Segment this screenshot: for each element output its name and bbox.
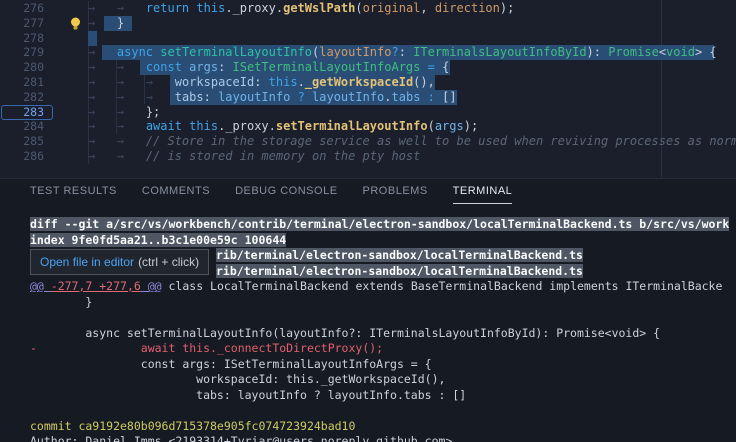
line-number: 279 [0,45,44,60]
terminal-text: rib/terminal/electron-sandbox/localTermi… [216,248,583,262]
line-number: 286 [0,149,44,164]
editor-line-286: 286 → → // is stored in memory on the pty… [0,149,736,164]
line-number: 277 [0,16,44,31]
terminal-line: tabs: layoutInfo ? layoutInfo.tabs : [] [30,388,466,403]
editor-line-278: 278 [0,31,736,46]
line-number: 282 [0,90,44,105]
code-text: → → await this._proxy.setTerminalLayoutI… [88,119,478,134]
editor-line-279: 279 → async setTerminalLayoutInfo(layoutI… [0,45,736,60]
tab-comments[interactable]: COMMENTS [142,179,210,204]
terminal-line: async setTerminalLayoutInfo(layoutInfo?:… [30,326,660,341]
terminal-line: index 9fe0fd5aa21..b3c1e00e59c 100644 [30,233,286,248]
code-text: → → // Store in the storage service as w… [88,134,736,149]
code-text: → → }; [88,105,160,120]
terminal-line: - await this._connectToDirectProxy(); [30,341,383,356]
terminal-text: } [30,295,92,309]
terminal-text: workspaceId: this._getWorkspaceId(), [30,372,445,386]
tab-test-results[interactable]: TEST RESULTS [30,179,117,204]
panel-tab-bar: TEST RESULTS COMMENTS DEBUG CONSOLE PROBLEM… [0,179,736,204]
selection-highlight [88,31,97,46]
terminal-link-tooltip: Open file in editor (ctrl + click) [30,249,209,275]
line-number: 278 [0,31,44,46]
terminal-line: } [30,295,92,310]
code-text: → → const args: ISetTerminalLayoutInfoAr… [88,60,449,75]
terminal-line: commit ca9192e80b096d715378e905fc0747239… [30,419,355,434]
terminal-text: class LocalTerminalBackend extends BaseT… [162,279,723,293]
terminal-text: async setTerminalLayoutInfo(layoutInfo?:… [30,326,660,340]
hunk-link[interactable]: @@ [30,279,51,293]
terminal-line: rib/terminal/electron-sandbox/localTermi… [216,264,583,279]
terminal-output: diff --git a/src/vs/workbench/contrib/te… [0,204,736,442]
tooltip-hint: (ctrl + click) [138,255,199,269]
terminal-line: @@ -277,7 +277,6 @@ class LocalTerminalB… [30,279,722,294]
editor-line-285: 285 → → // Store in the storage service a… [0,134,736,149]
terminal-text: rib/terminal/electron-sandbox/localTermi… [216,264,583,278]
terminal-line: workspaceId: this._getWorkspaceId(), [30,372,445,387]
line-number: 283 [0,105,44,120]
tab-problems[interactable]: PROBLEMS [363,179,428,204]
editor-line-281: 281 → → → workspaceId: this._getWorkspace… [0,75,736,90]
code-text: → } [88,16,124,31]
editor-line-277: 277 → } [0,16,736,31]
terminal-line: Author: Daniel Imms <2193314+Tyriar@user… [30,434,452,442]
code-text: → async setTerminalLayoutInfo(layoutInfo… [88,45,717,60]
hunk-link[interactable]: -277,7 +277,6 [51,279,141,293]
editor-line-280: 280 → → const args: ISetTerminalLayoutInf… [0,60,736,75]
terminal-text: diff --git a/src/vs/workbench/contrib/te… [30,217,729,231]
terminal-text: const args: ISetTerminalLayoutInfoArgs =… [30,357,432,371]
line-number: 285 [0,134,44,149]
editor-line-283: 283 → → }; [0,105,736,120]
terminal-line: const args: ISetTerminalLayoutInfoArgs =… [30,357,432,372]
tab-debug-console[interactable]: DEBUG CONSOLE [235,179,337,204]
terminal-text: commit ca9192e80b096d715378e905fc0747239… [30,419,355,433]
terminal-line: rib/terminal/electron-sandbox/localTermi… [216,248,583,263]
code-text: → → return this._proxy.getWslPath(origin… [88,1,514,16]
terminal-line: diff --git a/src/vs/workbench/contrib/te… [30,217,729,232]
line-number: 280 [0,60,44,75]
code-text: → → → tabs: layoutInfo ? layoutInfo.tabs… [88,90,457,105]
code-text: → → → workspaceId: this._getWorkspaceId(… [88,75,435,90]
editor-line-282: 282 → → → tabs: layoutInfo ? layoutInfo.t… [0,90,736,105]
line-number: 281 [0,75,44,90]
code-text: → → // is stored in memory on the pty ho… [88,149,420,164]
line-number: 276 [0,1,44,16]
terminal-text: index 9fe0fd5aa21..b3c1e00e59c 100644 [30,233,286,247]
tab-terminal[interactable]: TERMINAL [453,179,513,204]
terminal-text: - await this._connectToDirectProxy(); [30,341,383,355]
terminal-text: Author: Daniel Imms <2193314+Tyriar@user… [30,434,452,442]
lightbulb-icon[interactable] [69,17,82,30]
editor-pane: 276 → → return this._proxy.getWslPath(ori… [0,0,736,178]
open-file-link[interactable]: Open file in editor [40,255,134,269]
editor-line-284: 284 → → await this._proxy.setTerminalLayo… [0,119,736,134]
line-number: 284 [0,119,44,134]
hunk-link[interactable]: @@ [141,279,162,293]
bottom-panel: TEST RESULTS COMMENTS DEBUG CONSOLE PROBLEM… [0,178,736,442]
terminal-text: tabs: layoutInfo ? layoutInfo.tabs : [] [30,388,466,402]
editor-line-276: 276 → → return this._proxy.getWslPath(ori… [0,1,736,16]
